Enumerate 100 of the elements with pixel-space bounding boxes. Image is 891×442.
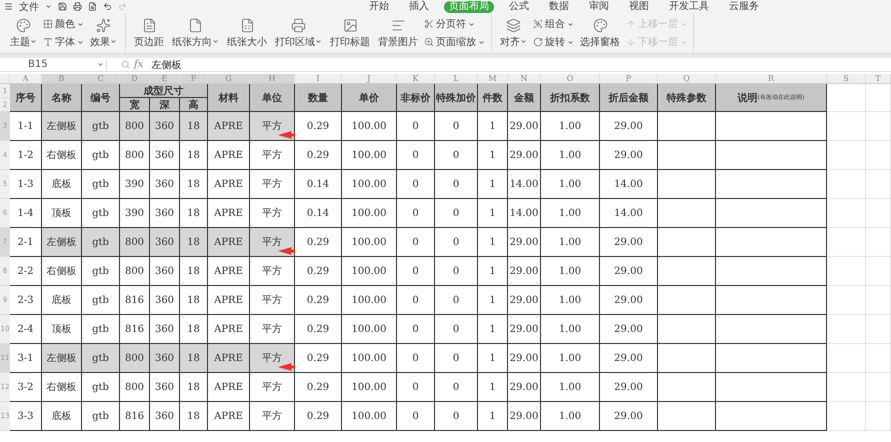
column-header[interactable]: J (342, 74, 397, 84)
toolbar-button[interactable]: 对齐 (498, 13, 529, 53)
table-cell: gtb (82, 228, 120, 257)
table-cell: 18 (180, 141, 208, 170)
table-cell: 816 (120, 286, 150, 315)
column-header[interactable]: A (10, 74, 42, 84)
formula-field[interactable]: 左侧板 (151, 58, 891, 72)
table-cell: 0 (435, 112, 478, 141)
column-header[interactable]: N (508, 74, 541, 84)
table-cell: 1 (478, 199, 508, 228)
column-header[interactable]: I (295, 74, 342, 84)
table-cell: 390 (120, 170, 150, 199)
toolbar-button[interactable]: 组合 (533, 17, 574, 31)
table-cell: 29.00 (600, 315, 658, 344)
toolbar-button[interactable]: 字体 (43, 35, 84, 49)
column-header[interactable]: F (180, 74, 208, 84)
print-icon[interactable] (73, 2, 82, 11)
toolbar-button[interactable]: 打印标题 (328, 13, 372, 53)
table-cell: 3-2 (10, 373, 42, 402)
ribbon-tab[interactable]: 审阅 (584, 0, 614, 12)
column-header[interactable]: R (716, 74, 827, 84)
ribbon-tab[interactable]: 开发工具 (664, 0, 714, 12)
table-cell (866, 141, 891, 170)
column-header[interactable]: Q (658, 74, 716, 84)
file-menu[interactable]: 文件 (19, 0, 39, 14)
caret-icon (680, 38, 687, 46)
toolbar-button[interactable]: 纸张大小 (225, 13, 269, 53)
table-cell: 14.00 (508, 170, 541, 199)
table-cell: 1.00 (541, 141, 600, 170)
save-icon[interactable] (58, 2, 67, 11)
table-cell: 816 (120, 402, 150, 431)
table-cell: 1 (478, 141, 508, 170)
table-cell: 360 (150, 286, 180, 315)
toolbar-button[interactable]: 旋转 (533, 35, 574, 49)
caret-icon (478, 38, 485, 46)
column-header[interactable]: M (478, 74, 508, 84)
table-cell: 18 (180, 373, 208, 402)
toolbar-button[interactable]: 主题 (8, 13, 39, 53)
table-cell: 1.00 (541, 199, 600, 228)
table-cell (866, 170, 891, 199)
column-header[interactable]: P (600, 74, 658, 84)
toolbar-button[interactable]: 纸张方向 (170, 13, 221, 53)
table-cell: 18 (180, 112, 208, 141)
table-cell: 1-3 (10, 170, 42, 199)
header-cell: 特殊参数 (658, 84, 716, 112)
table-cell: APRE (208, 286, 250, 315)
toolbar-button[interactable]: 背景图片 (376, 13, 420, 53)
header-cell: 件数 (478, 84, 508, 112)
table-cell: 360 (150, 228, 180, 257)
toolbar-button[interactable]: 打印区域 (273, 13, 324, 53)
ribbon-tab[interactable]: 开始 (364, 0, 394, 12)
toolbar-button[interactable]: 页边距 (132, 13, 166, 53)
ribbon-tab[interactable]: 公式 (504, 0, 534, 12)
caret-icon[interactable] (45, 3, 52, 10)
column-header[interactable]: L (435, 74, 478, 84)
table-cell (827, 257, 866, 286)
table-cell: 18 (180, 228, 208, 257)
table-cell: 顶板 (42, 315, 82, 344)
ribbon-tab[interactable]: 视图 (624, 0, 654, 12)
column-header[interactable]: O (541, 74, 600, 84)
name-box[interactable]: B15 (0, 59, 107, 70)
column-header[interactable]: E (150, 74, 180, 84)
toolbar-button[interactable]: 颜色 (43, 17, 84, 31)
table-cell: 3-1 (10, 344, 42, 373)
table-cell: APRE (208, 141, 250, 170)
toolbar-button[interactable]: 分页符 (424, 17, 485, 31)
table-cell: 800 (120, 112, 150, 141)
table-cell (827, 315, 866, 344)
toolbar-button[interactable]: 效果 (88, 13, 119, 53)
toolbar-button[interactable]: 选择窗格 (578, 13, 622, 53)
toolbar-button[interactable]: 页面缩放 (424, 35, 485, 49)
table-cell: APRE (208, 228, 250, 257)
column-header[interactable]: H (250, 74, 295, 84)
ribbon-tab[interactable]: 页面布局 (444, 0, 494, 12)
table-cell (658, 286, 716, 315)
table-cell: 29.00 (508, 286, 541, 315)
column-header[interactable]: B (42, 74, 82, 84)
table-cell: 平方 (250, 373, 295, 402)
table-cell (827, 84, 866, 112)
undo-icon[interactable] (103, 2, 112, 11)
table-cell: 1 (478, 286, 508, 315)
column-header[interactable]: C (82, 74, 120, 84)
table-cell: 0 (397, 141, 435, 170)
column-header[interactable]: G (208, 74, 250, 84)
table-cell: 0 (397, 199, 435, 228)
table-cell: 360 (150, 112, 180, 141)
table-cell: 1-4 (10, 199, 42, 228)
column-header[interactable]: D (120, 74, 150, 84)
menu-icon[interactable] (4, 2, 13, 11)
table-cell (658, 257, 716, 286)
preview-icon[interactable] (88, 2, 97, 11)
ribbon-tab[interactable]: 插入 (404, 0, 434, 12)
table-cell (658, 344, 716, 373)
table-cell: 800 (120, 373, 150, 402)
column-header[interactable]: S (827, 74, 866, 84)
column-header[interactable]: T (866, 74, 891, 84)
column-header[interactable]: K (397, 74, 435, 84)
table-cell: 360 (150, 344, 180, 373)
ribbon-tab[interactable]: 云服务 (724, 0, 764, 12)
ribbon-tab[interactable]: 数据 (544, 0, 574, 12)
